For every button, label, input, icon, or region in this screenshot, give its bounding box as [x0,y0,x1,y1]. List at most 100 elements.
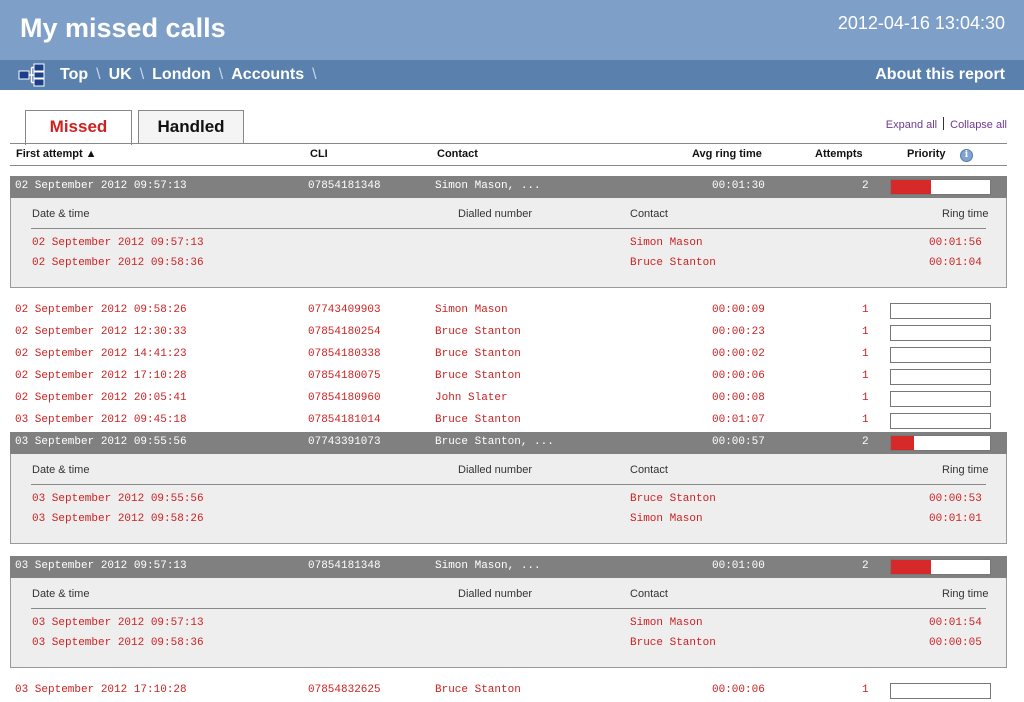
detail-header-datetime: Date & time [32,464,90,476]
detail-datetime: 03 September 2012 09:58:36 [32,637,204,649]
detail-datetime: 03 September 2012 09:57:13 [32,617,204,629]
first-attempt-cell: 02 September 2012 17:10:28 [15,370,187,382]
hierarchy-icon[interactable] [18,63,46,87]
first-attempt-cell: 02 September 2012 12:30:33 [15,326,187,338]
breadcrumb-separator: \ [218,66,224,83]
avg-ring-cell: 00:00:57 [712,436,765,448]
column-attempts[interactable]: Attempts [815,148,863,160]
attempts-cell: 2 [862,436,869,448]
tab-handled[interactable]: Handled [138,110,244,144]
avg-ring-cell: 00:00:02 [712,348,765,360]
contact-cell: Bruce Stanton [435,326,521,338]
detail-header-datetime: Date & time [32,208,90,220]
report-header: My missed calls 2012-04-16 13:04:30 [0,0,1024,60]
cli-cell: 07854180338 [308,348,381,360]
detail-header-ring: Ring time [942,208,989,220]
cli-cell: 07854180075 [308,370,381,382]
column-contact[interactable]: Contact [437,148,478,160]
cli-cell: 07854181014 [308,414,381,426]
attempts-cell: 1 [862,414,869,426]
detail-header-ring: Ring time [942,464,989,476]
cli-cell: 07854832625 [308,684,381,696]
table-row[interactable]: 02 September 2012 17:10:28 07854180075 B… [10,366,1007,388]
cli-cell: 07854181348 [308,180,381,192]
table-row[interactable]: 03 September 2012 09:45:18 07854181014 B… [10,410,1007,432]
table-row[interactable]: 02 September 2012 14:41:23 07854180338 B… [10,344,1007,366]
detail-header-dialled: Dialled number [458,588,532,600]
contact-cell: John Slater [435,392,508,404]
table-row[interactable]: 02 September 2012 20:05:41 07854180960 J… [10,388,1007,410]
first-attempt-cell: 03 September 2012 09:57:13 [15,560,187,572]
avg-ring-cell: 00:00:08 [712,392,765,404]
detail-ring: 00:01:56 [929,237,982,249]
cli-cell: 07854180960 [308,392,381,404]
breadcrumb-accounts[interactable]: Accounts [231,66,304,83]
avg-ring-cell: 00:00:09 [712,304,765,316]
tab-missed[interactable]: Missed [25,110,132,145]
first-attempt-cell: 03 September 2012 17:10:28 [15,684,187,696]
detail-ring: 00:00:53 [929,493,982,505]
detail-contact: Simon Mason [630,237,703,249]
first-attempt-cell: 02 September 2012 09:57:13 [15,180,187,192]
table-row[interactable]: 03 September 2012 17:10:28 07854832625 B… [10,680,1007,702]
cli-cell: 07854180254 [308,326,381,338]
breadcrumb-separator: \ [96,66,101,83]
about-report-link[interactable]: About this report [875,66,1005,84]
attempts-cell: 1 [862,684,869,696]
breadcrumb-uk[interactable]: UK [109,66,132,83]
detail-datetime: 03 September 2012 09:58:26 [32,513,204,525]
detail-datetime: 02 September 2012 09:58:36 [32,257,204,269]
avg-ring-cell: 00:01:00 [712,560,765,572]
detail-ring: 00:01:01 [929,513,982,525]
priority-bar [890,325,991,341]
breadcrumb-london[interactable]: London [152,66,211,83]
call-group-row[interactable]: 02 September 2012 09:57:13 07854181348 S… [10,176,1007,198]
detail-header-dialled: Dialled number [458,208,532,220]
detail-header-dialled: Dialled number [458,464,532,476]
first-attempt-cell: 02 September 2012 20:05:41 [15,392,187,404]
collapse-all-link[interactable]: Collapse all [950,119,1007,131]
detail-contact: Simon Mason [630,513,703,525]
attempts-cell: 2 [862,560,869,572]
cli-cell: 07743409903 [308,304,381,316]
priority-bar [890,369,991,385]
call-group-detail: Date & time Dialled number Contact Ring … [10,578,1007,668]
detail-contact: Bruce Stanton [630,637,716,649]
contact-cell: Bruce Stanton [435,370,521,382]
column-first-attempt[interactable]: First attempt ▲ [16,148,97,160]
table-row[interactable]: 02 September 2012 09:58:26 07743409903 S… [10,300,1007,322]
breadcrumb-separator: \ [139,66,145,83]
cli-cell: 07854181348 [308,560,381,572]
detail-contact: Bruce Stanton [630,257,716,269]
column-avg-ring-time[interactable]: Avg ring time [692,148,762,160]
table-row[interactable]: 02 September 2012 12:30:33 07854180254 B… [10,322,1007,344]
expand-all-link[interactable]: Expand all [886,119,937,131]
column-priority[interactable]: Priority [907,148,946,160]
detail-contact: Simon Mason [630,617,703,629]
avg-ring-cell: 00:01:07 [712,414,765,426]
detail-header-contact: Contact [630,464,668,476]
avg-ring-cell: 00:00:23 [712,326,765,338]
link-divider [943,117,945,130]
first-attempt-cell: 03 September 2012 09:45:18 [15,414,187,426]
detail-divider [31,228,986,229]
column-cli[interactable]: CLI [310,148,328,160]
priority-bar [890,179,991,195]
call-group-row[interactable]: 03 September 2012 09:57:13 07854181348 S… [10,556,1007,578]
priority-bar [890,303,991,319]
avg-ring-cell: 00:01:30 [712,180,765,192]
detail-divider [31,608,986,609]
contact-cell: Simon Mason [435,304,508,316]
attempts-cell: 1 [862,370,869,382]
priority-bar [890,435,991,451]
priority-bar [890,559,991,575]
first-attempt-cell: 03 September 2012 09:55:56 [15,436,187,448]
breadcrumb-top[interactable]: Top [60,66,88,83]
detail-header-contact: Contact [630,208,668,220]
call-group-row[interactable]: 03 September 2012 09:55:56 07743391073 B… [10,432,1007,454]
contact-cell: Bruce Stanton [435,414,521,426]
info-icon[interactable]: i [960,149,973,162]
expand-collapse-links: Expand all Collapse all [886,117,1007,131]
call-group-detail: Date & time Dialled number Contact Ring … [10,454,1007,544]
call-group-detail: Date & time Dialled number Contact Ring … [10,198,1007,288]
